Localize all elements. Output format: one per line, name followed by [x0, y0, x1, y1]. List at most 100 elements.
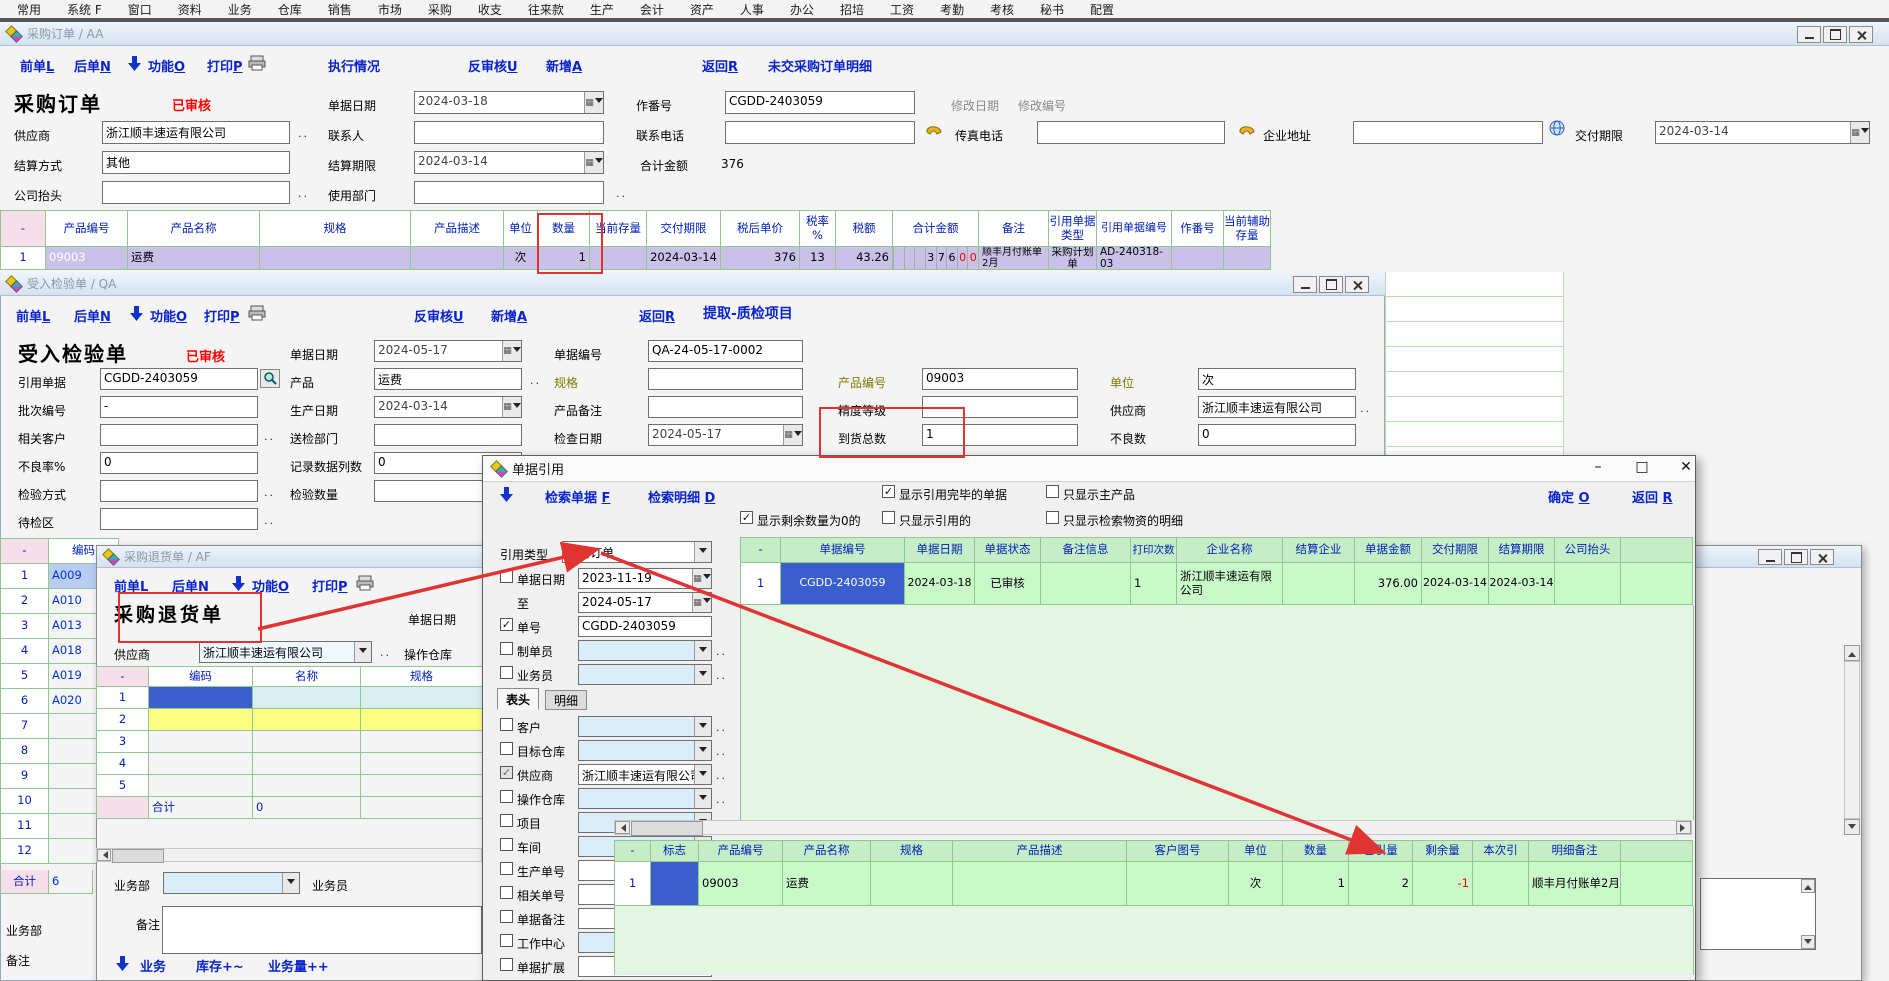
- dlg-maker-checkbox[interactable]: [500, 642, 513, 655]
- af-close-button[interactable]: [1810, 549, 1834, 565]
- dlg-search-detail-button[interactable]: 检索明细 D: [648, 487, 715, 506]
- qa-supplier-input[interactable]: 浙江顺丰速运有限公司: [1198, 396, 1356, 418]
- scrollbar-thumb[interactable]: [631, 821, 703, 836]
- menu-item[interactable]: 考核: [977, 1, 1027, 18]
- calendar-dropdown-icon[interactable]: ▦: [502, 341, 521, 361]
- qa-close-button[interactable]: [1345, 276, 1369, 293]
- qa-add-button[interactable]: 新增A: [491, 306, 527, 325]
- af-print-button[interactable]: 打印P: [312, 576, 348, 595]
- po-use-dept-browse[interactable]: ..: [616, 187, 627, 200]
- dlg-salesman-combo[interactable]: [578, 664, 712, 685]
- qa-prev-button[interactable]: 前单L: [16, 306, 50, 325]
- dlg-date-from-input[interactable]: 2023-11-19▦: [578, 568, 712, 589]
- menu-item[interactable]: 考勤: [927, 1, 977, 18]
- dlg-prod-no-checkbox[interactable]: [500, 862, 513, 875]
- dialog-maximize-button[interactable]: □: [1632, 459, 1652, 475]
- globe-icon[interactable]: [1549, 120, 1566, 137]
- dlg-date-to-input[interactable]: 2024-05-17▦: [578, 592, 712, 613]
- scroll-down-icon[interactable]: [1801, 935, 1815, 949]
- af-dept-combo[interactable]: [163, 872, 300, 894]
- menu-item[interactable]: 资料: [165, 1, 215, 18]
- qa-spec-input[interactable]: [648, 368, 803, 390]
- po-phone-input[interactable]: [725, 121, 915, 144]
- qa-func-button[interactable]: 功能O: [150, 306, 187, 325]
- printer-icon[interactable]: [356, 575, 374, 591]
- dlg-ref-type-combo[interactable]: 采购订单: [562, 541, 712, 563]
- menu-item[interactable]: 采购: [415, 1, 465, 18]
- menu-item[interactable]: 工资: [877, 1, 927, 18]
- chevron-down-icon[interactable]: [694, 765, 711, 784]
- po-settle-date-input[interactable]: 2024-03-14▦: [414, 151, 604, 174]
- qa-doc-no-input[interactable]: QA-24-05-17-0002: [648, 340, 803, 362]
- printer-icon[interactable]: [248, 305, 266, 321]
- af-v-scroll-down-icon[interactable]: [1844, 819, 1860, 835]
- dlg-check-main-product[interactable]: [1046, 485, 1059, 498]
- po-unaudit-button[interactable]: 反审核U: [468, 56, 518, 75]
- dlg-target-wh-checkbox[interactable]: [500, 742, 513, 755]
- browse-dots[interactable]: ..: [716, 669, 727, 682]
- menu-item[interactable]: 办公: [777, 1, 827, 18]
- printer-icon[interactable]: [248, 55, 266, 71]
- qa-bad-rate-input[interactable]: 0: [100, 452, 258, 474]
- chevron-down-icon[interactable]: [694, 717, 711, 736]
- qa-product-browse[interactable]: ..: [530, 374, 541, 387]
- qa-prod-code-input[interactable]: 09003: [922, 368, 1078, 390]
- qa-prod-note-input[interactable]: [648, 396, 803, 418]
- menu-item[interactable]: 秘书: [1027, 1, 1077, 18]
- af-grid-row[interactable]: 3: [96, 731, 483, 753]
- qa-maximize-button[interactable]: [1319, 276, 1343, 293]
- browse-dots[interactable]: ..: [716, 769, 727, 782]
- af-grid-row[interactable]: 5: [96, 775, 483, 797]
- menu-item[interactable]: 收支: [465, 1, 515, 18]
- menu-item[interactable]: 业务: [215, 1, 265, 18]
- af-maximize-button[interactable]: [1784, 549, 1808, 565]
- dlg-tab-header[interactable]: 表头: [497, 688, 539, 710]
- dlg-supplier-checkbox[interactable]: [500, 766, 513, 779]
- po-print-button[interactable]: 打印P: [207, 56, 243, 75]
- qa-unit-input[interactable]: 次: [1198, 368, 1356, 390]
- menu-item[interactable]: 会计: [627, 1, 677, 18]
- qa-supplier-browse[interactable]: ..: [1360, 402, 1371, 415]
- dlg-op-wh-combo[interactable]: [578, 788, 712, 809]
- menu-item[interactable]: 市场: [365, 1, 415, 18]
- browse-dots[interactable]: ..: [716, 645, 727, 658]
- dlg-work-center-checkbox[interactable]: [500, 934, 513, 947]
- po-company-head-input[interactable]: [102, 181, 290, 204]
- browse-dots[interactable]: ..: [716, 721, 727, 734]
- po-deliver-input[interactable]: 2024-03-14▦: [1655, 121, 1870, 144]
- scroll-left-icon[interactable]: [615, 821, 630, 834]
- menu-item[interactable]: 系统 F: [54, 1, 115, 18]
- qa-rel-cust-input[interactable]: [100, 424, 258, 446]
- qa-wait-area-browse[interactable]: ..: [264, 514, 275, 527]
- qa-check-method-browse[interactable]: ..: [264, 486, 275, 499]
- po-next-button[interactable]: 后单N: [74, 56, 111, 75]
- dlg-back-button[interactable]: 返回 R: [1632, 487, 1673, 506]
- qa-ref-doc-input[interactable]: CGDD-2403059: [100, 368, 258, 390]
- af-grid-row[interactable]: 1: [96, 687, 483, 709]
- af-v-scroll-up-icon[interactable]: [1844, 645, 1860, 661]
- menu-item[interactable]: 人事: [727, 1, 777, 18]
- scrollbar-thumb[interactable]: [112, 849, 164, 863]
- scroll-left-icon[interactable]: [97, 849, 111, 861]
- po-fax-input[interactable]: [1037, 121, 1225, 144]
- dlg-check-zero-remain[interactable]: [740, 511, 753, 524]
- menu-item[interactable]: 生产: [577, 1, 627, 18]
- af-grid-row[interactable]: 2: [96, 709, 483, 731]
- chevron-down-icon[interactable]: [694, 741, 711, 760]
- po-maximize-button[interactable]: [1823, 26, 1847, 43]
- po-pending-detail-button[interactable]: 未交采购订单明细: [768, 56, 872, 75]
- dlg-op-wh-checkbox[interactable]: [500, 790, 513, 803]
- browse-dots[interactable]: ..: [716, 793, 727, 806]
- po-supplier-input[interactable]: 浙江顺丰速运有限公司: [102, 121, 290, 144]
- qa-print-button[interactable]: 打印P: [204, 306, 240, 325]
- dialog-close-button[interactable]: ✕: [1676, 459, 1696, 475]
- menu-item[interactable]: 常用: [4, 1, 54, 18]
- po-prev-button[interactable]: 前单L: [20, 56, 54, 75]
- calendar-dropdown-icon[interactable]: ▦: [584, 152, 603, 173]
- po-table-row[interactable]: 1 09003 运费 次 1 2024-03-14 376 13 43.26 3…: [0, 247, 1271, 270]
- menu-item[interactable]: 仓库: [265, 1, 315, 18]
- po-back-button[interactable]: 返回R: [702, 56, 738, 75]
- qa-check-method-input[interactable]: [100, 480, 258, 502]
- qa-product-input[interactable]: 运费: [374, 368, 522, 390]
- qa-prod-date-input[interactable]: 2024-03-14▦: [374, 396, 522, 418]
